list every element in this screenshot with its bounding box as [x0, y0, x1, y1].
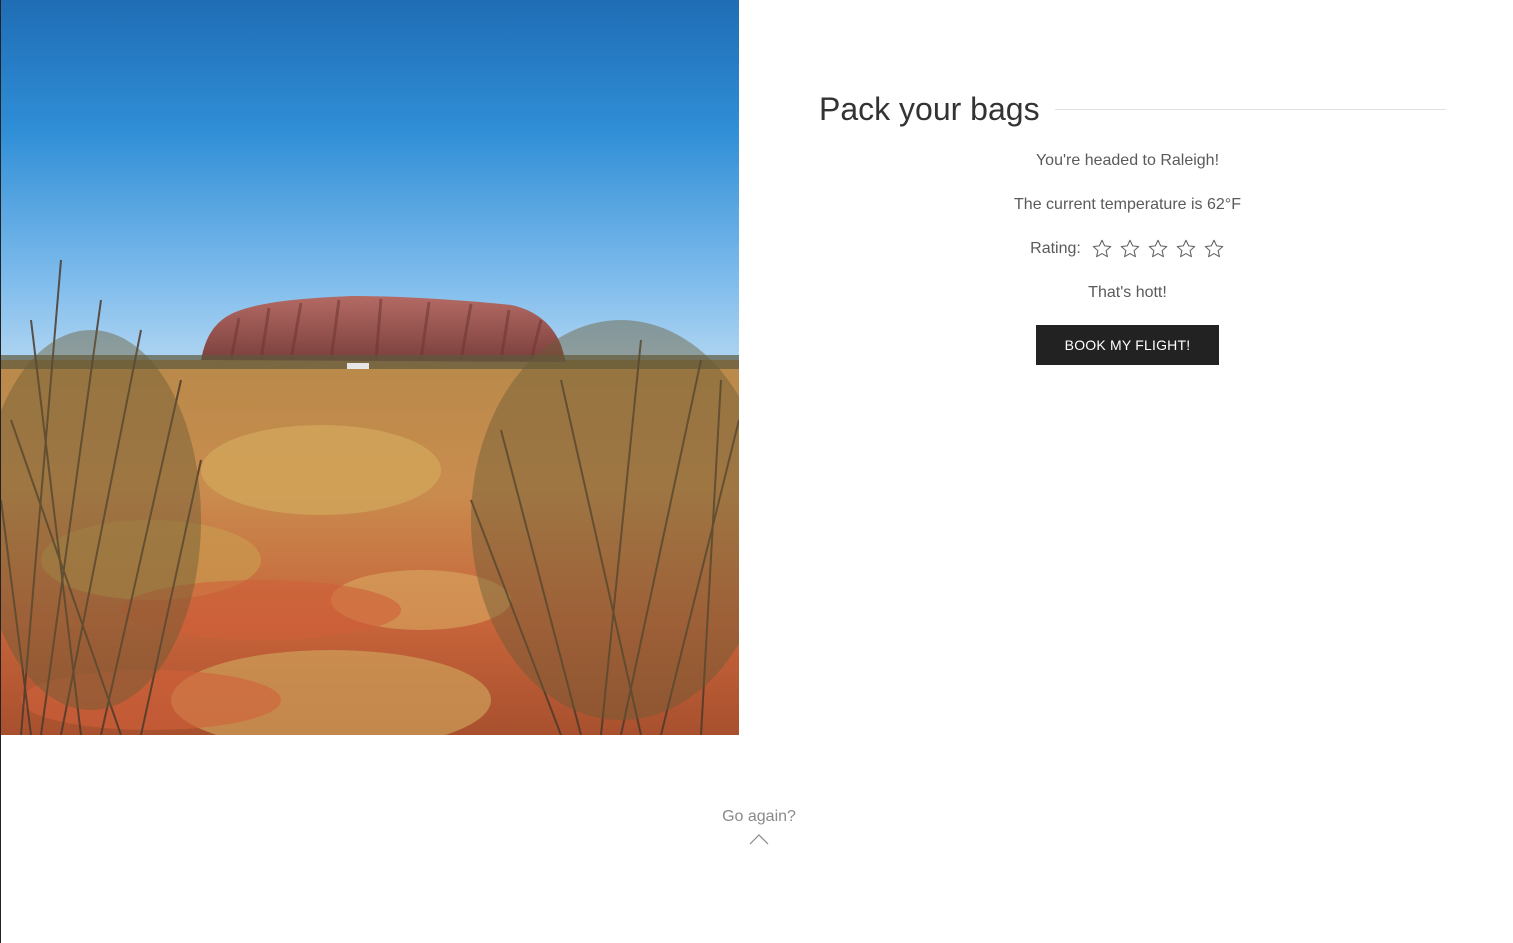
- trip-details: You're headed to Raleigh! The current te…: [819, 139, 1436, 315]
- star-outline-icon[interactable]: [1203, 238, 1225, 260]
- chevron-up-icon[interactable]: [749, 832, 769, 846]
- go-again-link[interactable]: Go again?: [659, 804, 859, 846]
- heat-comment: That's hott!: [1088, 284, 1167, 301]
- rating-row: Rating:: [819, 227, 1436, 271]
- go-again-label: Go again?: [722, 808, 796, 825]
- desert-rock-landscape-photo: [1, 0, 739, 735]
- star-outline-icon[interactable]: [1175, 238, 1197, 260]
- title-row: Pack your bags: [819, 88, 1446, 130]
- star-outline-icon[interactable]: [1119, 238, 1141, 260]
- page-title: Pack your bags: [819, 91, 1040, 127]
- trip-card: Pack your bags You're headed to Raleigh!…: [819, 88, 1446, 365]
- page: Pack your bags You're headed to Raleigh!…: [0, 0, 1513, 943]
- book-flight-button[interactable]: BOOK MY FLIGHT!: [1036, 325, 1219, 365]
- rating-label: Rating:: [1030, 240, 1081, 257]
- book-button-wrap: BOOK MY FLIGHT!: [819, 325, 1436, 365]
- destination-photo: [1, 0, 739, 735]
- temperature-text: The current temperature is 62°F: [1014, 196, 1241, 213]
- star-outline-icon[interactable]: [1147, 238, 1169, 260]
- destination-text: You're headed to Raleigh!: [1035, 152, 1220, 169]
- star-outline-icon[interactable]: [1091, 238, 1113, 260]
- title-divider: [1054, 108, 1446, 110]
